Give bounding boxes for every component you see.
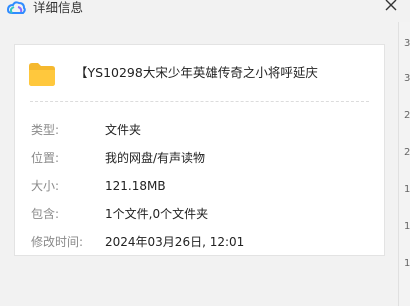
background-text: 1 <box>404 258 410 269</box>
detail-label: 类型: <box>31 123 60 137</box>
background-text: 2 <box>404 110 410 121</box>
detail-label: 包含: <box>31 207 60 221</box>
detail-row-size: 大小: 121.18MB <box>15 178 386 194</box>
detail-label: 大小: <box>31 179 60 193</box>
detail-row-type: 类型: 文件夹 <box>15 122 386 138</box>
close-icon[interactable] <box>382 0 400 14</box>
background-text: 3 <box>404 73 410 84</box>
detail-row-location: 位置: 我的网盘/有声读物 <box>15 150 386 166</box>
cloud-logo-icon <box>6 1 26 14</box>
detail-row-contains: 包含: 1个文件,0个文件夹 <box>15 206 386 222</box>
details-panel: 【YS10298大宋少年英雄传奇之小将呼延庆 类型: 文件夹 位置: 我的网盘/… <box>14 44 385 256</box>
dialog-title: 详细信息 <box>33 0 84 15</box>
detail-value: 文件夹 <box>105 123 142 137</box>
divider <box>30 101 369 102</box>
background-text: 3 <box>404 38 410 49</box>
detail-row-modified: 修改时间: 2024年03月26日, 12:01 <box>15 234 386 250</box>
detail-label: 位置: <box>31 151 60 165</box>
detail-value: 121.18MB <box>105 179 166 193</box>
background-text: 1 <box>404 184 410 195</box>
detail-value: 2024年03月26日, 12:01 <box>105 235 245 249</box>
folder-icon <box>29 63 55 86</box>
file-name: 【YS10298大宋少年英雄传奇之小将呼延庆 <box>75 65 318 80</box>
background-window-edge: 3 3 2 2 1 1 1 <box>398 0 410 306</box>
dialog-titlebar: 详细信息 <box>0 0 410 22</box>
detail-value: 我的网盘/有声读物 <box>105 151 206 165</box>
background-text: 2 <box>404 147 410 158</box>
detail-label: 修改时间: <box>31 235 84 249</box>
detail-value: 1个文件,0个文件夹 <box>105 207 209 221</box>
background-text: 1 <box>404 221 410 232</box>
